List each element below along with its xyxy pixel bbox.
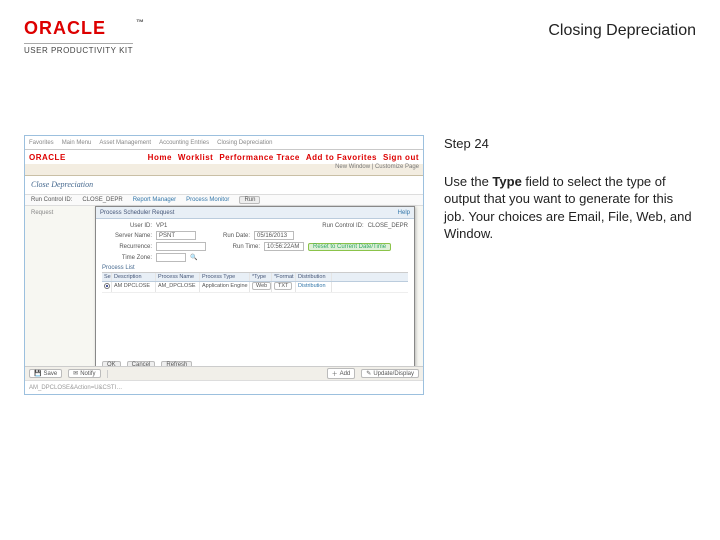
app-breadcrumb: Favorites Main Menu Asset Management Acc… [25, 136, 423, 150]
col-process-type: Process Type [200, 273, 250, 281]
app-screenshot: Favorites Main Menu Asset Management Acc… [24, 135, 424, 395]
nav-link[interactable]: Sign out [383, 153, 419, 162]
page-title: Closing Depreciation [548, 22, 696, 40]
report-manager-link[interactable]: Report Manager [133, 197, 176, 203]
separator [107, 370, 108, 378]
run-button[interactable]: Run [239, 196, 260, 204]
run-control-strip: Run Control ID: CLOSE_DEPR Report Manage… [25, 194, 423, 206]
type-select[interactable]: Web [252, 282, 271, 290]
breadcrumb-item[interactable]: Favorites [29, 140, 54, 146]
nav-link[interactable]: Worklist [178, 153, 213, 162]
nav-link[interactable]: Home [148, 153, 172, 162]
process-monitor-link[interactable]: Process Monitor [186, 197, 229, 203]
table-row: AM DPCLOSE AM_DPCLOSE Application Engine… [102, 282, 408, 293]
recurrence-select[interactable] [156, 242, 206, 251]
recurrence-label: Recurrence: [102, 244, 152, 250]
run-time-input[interactable]: 10:56:22AM [264, 242, 304, 251]
time-zone-label: Time Zone: [102, 255, 152, 261]
update-display-button[interactable]: ✎Update/Display [361, 369, 419, 378]
upk-subtitle: USER PRODUCTIVITY KIT [24, 43, 133, 55]
lookup-icon[interactable]: 🔍 [190, 254, 197, 261]
run-date-label: Run Date: [210, 233, 250, 239]
cell-process-type: Application Engine [200, 282, 250, 292]
oracle-logo-small: ORACLE [29, 153, 66, 162]
subbar-links[interactable]: New Window | Customize Page [335, 164, 419, 170]
breadcrumb-item[interactable]: Accounting Entries [159, 140, 209, 146]
statusbar-text: AM_DPCLOSE&Action=U&CSTI… [29, 385, 122, 391]
col-format: *Format [272, 273, 296, 281]
server-name-label: Server Name: [102, 233, 152, 239]
col-description: Description [112, 273, 156, 281]
instruction-text: Use the Type field to select the type of… [444, 173, 694, 243]
notify-button[interactable]: ✉Notify [68, 369, 100, 378]
run-control-id-value: CLOSE_DEPR [368, 223, 408, 229]
app-subbar: New Window | Customize Page [25, 164, 423, 176]
breadcrumb-item[interactable]: Asset Management [99, 140, 151, 146]
help-link[interactable]: Help [398, 210, 410, 216]
app-statusbar: AM_DPCLOSE&Action=U&CSTI… [25, 380, 423, 394]
modal-title: Process Scheduler Request [100, 210, 174, 216]
reset-datetime-button[interactable]: Reset to Current Date/Time [308, 243, 391, 251]
col-process-name: Process Name [156, 273, 200, 281]
user-id-label: User ID: [102, 223, 152, 229]
row-select-radio[interactable] [104, 283, 110, 289]
logo-block: ORACLE USER PRODUCTIVITY KIT [24, 18, 133, 55]
col-type: *Type [250, 273, 272, 281]
oracle-logo: ORACLE [24, 18, 133, 39]
run-control-label: Run Control ID: [31, 197, 72, 203]
user-id-value: VP1 [156, 223, 167, 229]
distribution-link[interactable]: Distribution [296, 282, 332, 292]
save-button[interactable]: 💾Save [29, 369, 62, 378]
time-zone-input[interactable] [156, 253, 186, 262]
app-brand-bar: ORACLE Home Worklist Performance Trace A… [25, 150, 423, 164]
run-date-input[interactable]: 05/16/2013 [254, 231, 294, 240]
process-list-label: Process List [102, 265, 408, 271]
app-toolbar: 💾Save ✉Notify ＋Add ✎Update/Display [25, 366, 423, 380]
request-panel-label: Request [31, 210, 53, 216]
step-label: Step 24 [444, 135, 694, 153]
nav-link[interactable]: Performance Trace [219, 153, 300, 162]
breadcrumb-item[interactable]: Main Menu [62, 140, 92, 146]
app-page-title: Close Depreciation [25, 176, 423, 194]
nav-link[interactable]: Add to Favorites [306, 153, 377, 162]
run-control-id-label: Run Control ID: [304, 223, 364, 229]
breadcrumb-item[interactable]: Closing Depreciation [217, 140, 272, 146]
run-control-value: CLOSE_DEPR [82, 197, 122, 203]
server-name-select[interactable]: PSNT [156, 231, 196, 240]
format-select[interactable]: TXT [274, 282, 292, 290]
add-button[interactable]: ＋Add [327, 368, 356, 379]
col-distribution: Distribution [296, 273, 332, 281]
col-select: Select [102, 273, 112, 281]
process-scheduler-modal: Process Scheduler Request Help User ID: … [95, 206, 415, 374]
run-time-label: Run Time: [220, 244, 260, 250]
process-list-table: Select Description Process Name Process … [102, 272, 408, 293]
cell-description: AM DPCLOSE [112, 282, 156, 292]
cell-process-name: AM_DPCLOSE [156, 282, 200, 292]
